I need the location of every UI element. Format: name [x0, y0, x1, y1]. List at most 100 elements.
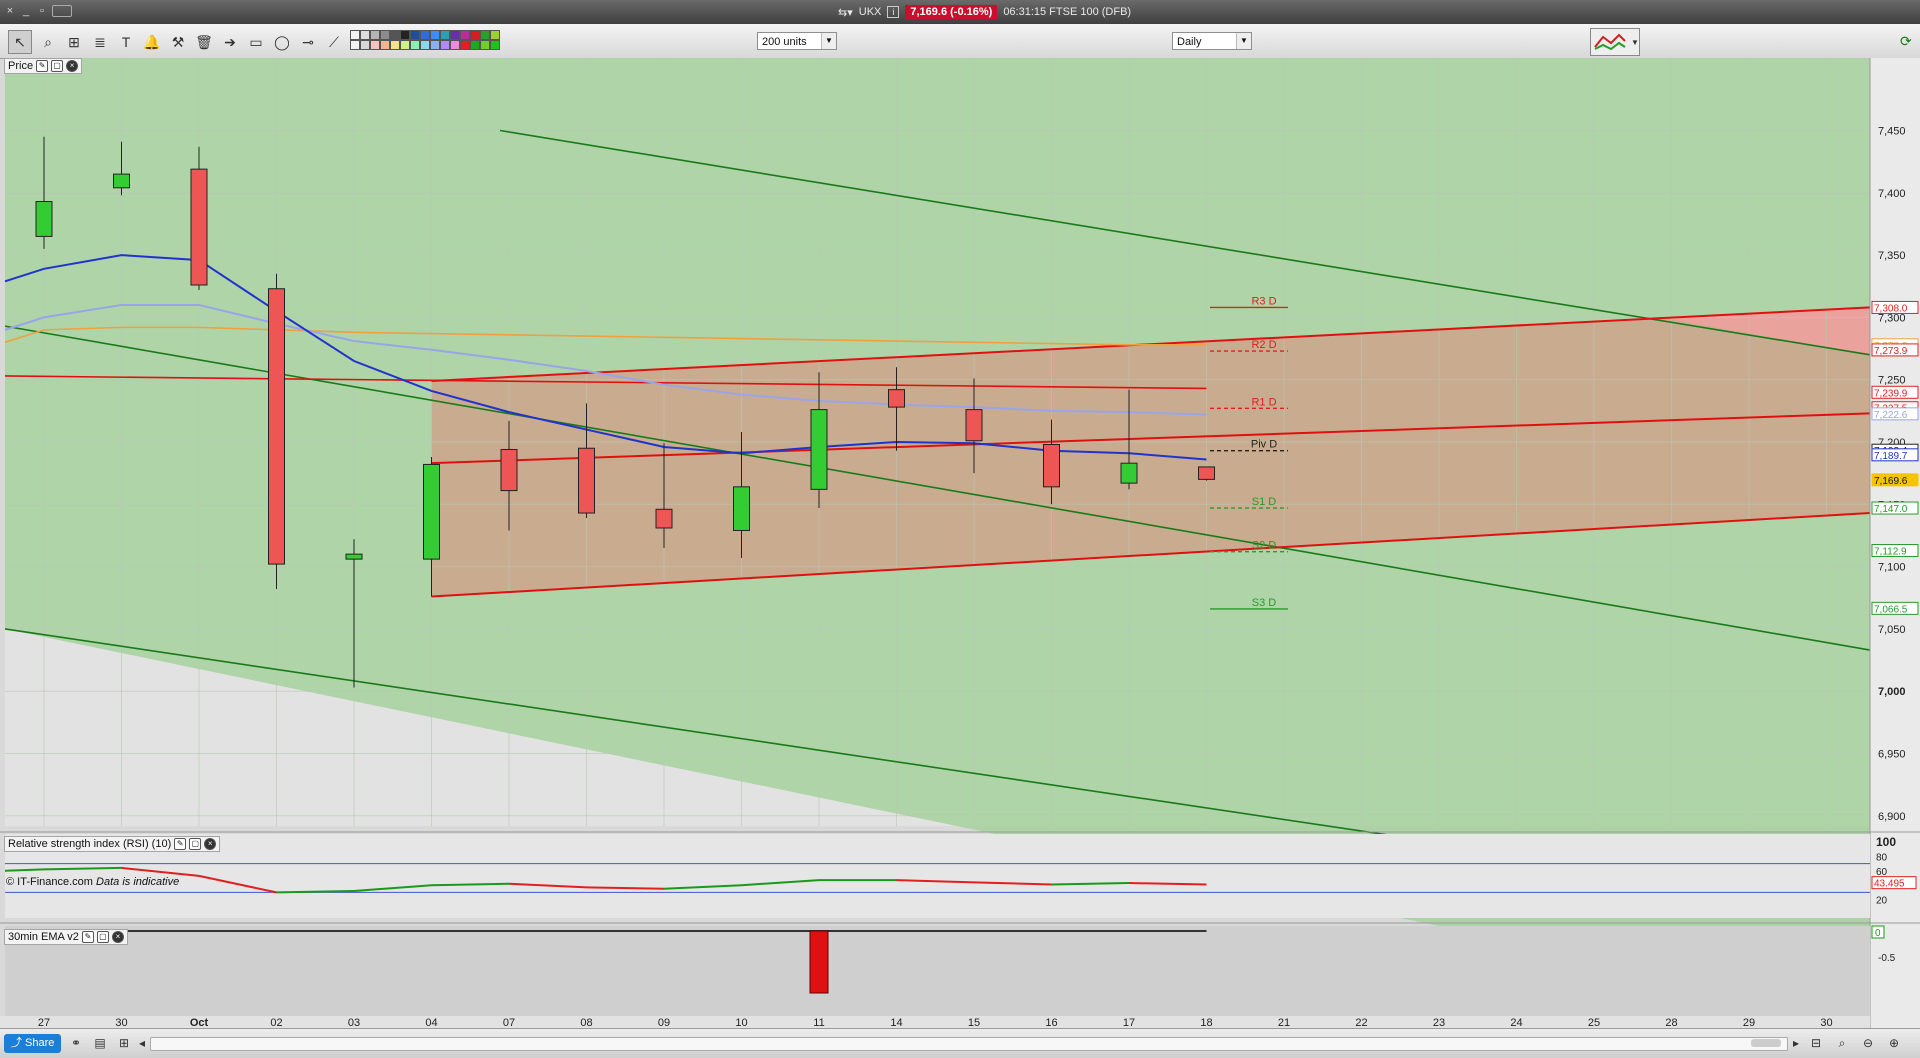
fit-chart-icon[interactable]: ⊟ — [1808, 1035, 1824, 1051]
link-icon[interactable]: ⚭ — [68, 1035, 84, 1051]
x-axis-tick: 23 — [1433, 1017, 1445, 1028]
instrument-name: UKX — [858, 6, 882, 18]
rsi-panel-title: Relative strength index (RSI) (10) — [8, 838, 172, 850]
indicator-chart-icon: ▼ — [1594, 33, 1639, 51]
color-swatch[interactable] — [380, 30, 390, 40]
scroll-right-icon[interactable]: ▸ — [1788, 1035, 1804, 1051]
color-swatch[interactable] — [430, 30, 440, 40]
rsi-value-text: 43.495 — [1874, 879, 1905, 890]
close-panel-icon[interactable]: × — [111, 931, 124, 943]
x-axis-tick: 22 — [1355, 1017, 1367, 1028]
chart-svg: R3 D R2 D R1 D Piv D S1 D S2 D S3 D 7,450 7,400 7… — [0, 58, 1920, 1029]
x-axis-tick: 04 — [425, 1017, 437, 1028]
maximize-panel-icon[interactable]: ▢ — [189, 838, 202, 850]
keyboard-icon[interactable] — [52, 5, 72, 17]
scroll-left-icon[interactable]: ◂ — [134, 1035, 150, 1051]
interval-select[interactable]: Daily ▼ — [1172, 32, 1252, 50]
color-swatch[interactable] — [470, 30, 480, 40]
color-swatch[interactable] — [410, 30, 420, 40]
alert-bell-icon[interactable]: 🔔 — [140, 30, 164, 54]
units-select[interactable]: 200 units ▼ — [757, 32, 837, 50]
horizontal-scrollbar[interactable] — [150, 1037, 1788, 1051]
color-swatch[interactable] — [420, 40, 430, 50]
trash-icon[interactable]: 🗑 — [192, 30, 216, 54]
settings-wrench-icon[interactable]: ✎ — [36, 60, 49, 72]
share-button[interactable]: ⤴ Share — [4, 1034, 62, 1053]
ellipse-tool-icon[interactable]: ◯ — [270, 30, 294, 54]
price-axis-tick: 7,350 — [1878, 250, 1906, 262]
horizontal-line-tool-icon[interactable]: ⊸ — [296, 30, 320, 54]
info-icon[interactable]: i — [887, 6, 900, 18]
pivot-label: R1 D — [1251, 396, 1276, 408]
arrow-tool-icon[interactable]: ➔ — [218, 30, 242, 54]
zoom-area-icon[interactable]: ⌕ — [1834, 1035, 1850, 1051]
refresh-icon[interactable]: ⟳ — [1900, 28, 1916, 54]
bearish-candle — [888, 389, 905, 408]
x-axis-tick: 02 — [270, 1017, 282, 1028]
crosshair-chart-icon[interactable]: ⊞ — [62, 30, 86, 54]
x-axis-tick: 08 — [580, 1017, 592, 1028]
color-swatch[interactable] — [410, 40, 420, 50]
color-swatch[interactable] — [420, 30, 430, 40]
color-swatch[interactable] — [400, 30, 410, 40]
price-axis-tick: 7,250 — [1878, 375, 1906, 387]
indicator-menu-button[interactable]: ▼ — [1590, 28, 1640, 56]
color-swatch[interactable] — [380, 40, 390, 50]
color-swatch[interactable] — [360, 40, 370, 50]
rectangle-tool-icon[interactable]: ▭ — [244, 30, 268, 54]
zoom-out-icon[interactable]: ⊖ — [1860, 1035, 1876, 1051]
color-swatch[interactable] — [440, 30, 450, 40]
scrollbar-thumb[interactable] — [1751, 1039, 1781, 1047]
bearish-candle — [500, 448, 518, 492]
color-swatch[interactable] — [460, 40, 470, 50]
table-icon[interactable]: ⊞ — [116, 1035, 132, 1051]
bearish-candle — [965, 409, 983, 442]
bullish-candle — [733, 486, 750, 531]
color-swatch[interactable] — [360, 30, 370, 40]
ema-panel-title: 30min EMA v2 — [8, 931, 79, 943]
minimize-window-icon[interactable]: _ — [20, 5, 32, 17]
color-palette — [350, 30, 500, 50]
color-swatch[interactable] — [370, 40, 380, 50]
maximize-panel-icon[interactable]: ▢ — [96, 931, 109, 943]
trendline-tool-icon[interactable]: ⟋ — [322, 30, 346, 54]
text-tool-icon[interactable]: T — [114, 30, 138, 54]
x-axis-tick: Oct — [190, 1017, 209, 1028]
zoom-tool-icon[interactable]: ⌕ — [36, 30, 60, 54]
instrument-switch-icon[interactable]: ⇆▾ — [838, 6, 853, 19]
bullish-candle — [113, 173, 130, 189]
color-swatch[interactable] — [480, 40, 490, 50]
color-swatch[interactable] — [390, 40, 400, 50]
settings-wrench-icon[interactable]: ✎ — [174, 838, 187, 850]
bullish-candle — [423, 463, 440, 560]
color-swatch[interactable] — [450, 30, 460, 40]
color-swatch[interactable] — [450, 40, 460, 50]
color-swatch[interactable] — [430, 40, 440, 50]
color-swatch[interactable] — [480, 30, 490, 40]
export-image-icon[interactable]: ▤ — [92, 1035, 108, 1051]
color-swatch[interactable] — [490, 40, 500, 50]
chevron-down-icon: ▼ — [821, 33, 836, 49]
color-swatch[interactable] — [350, 30, 360, 40]
color-swatch[interactable] — [490, 30, 500, 40]
color-swatch[interactable] — [470, 40, 480, 50]
maximize-panel-icon[interactable]: ▢ — [51, 60, 64, 72]
color-swatch[interactable] — [400, 40, 410, 50]
fibonacci-tool-icon[interactable]: ≣ — [88, 30, 112, 54]
zoom-in-icon[interactable]: ⊕ — [1886, 1035, 1902, 1051]
restore-window-icon[interactable]: ▫ — [36, 5, 48, 17]
pointer-tool-icon[interactable]: ↖ — [8, 30, 32, 54]
color-swatch[interactable] — [390, 30, 400, 40]
color-swatch[interactable] — [460, 30, 470, 40]
price-panel-header: Price ✎ ▢ × — [4, 58, 83, 74]
price-axis-tick: 6,950 — [1878, 749, 1906, 761]
color-swatch[interactable] — [440, 40, 450, 50]
color-swatch[interactable] — [370, 30, 380, 40]
close-panel-icon[interactable]: × — [204, 838, 217, 850]
settings-wrench-icon[interactable]: ✎ — [81, 931, 94, 943]
price-level-text: 7,189.7 — [1874, 451, 1908, 462]
color-swatch[interactable] — [350, 40, 360, 50]
close-window-icon[interactable]: × — [4, 5, 16, 17]
hammer-tool-icon[interactable]: ⚒ — [166, 30, 190, 54]
close-panel-icon[interactable]: × — [66, 60, 79, 72]
